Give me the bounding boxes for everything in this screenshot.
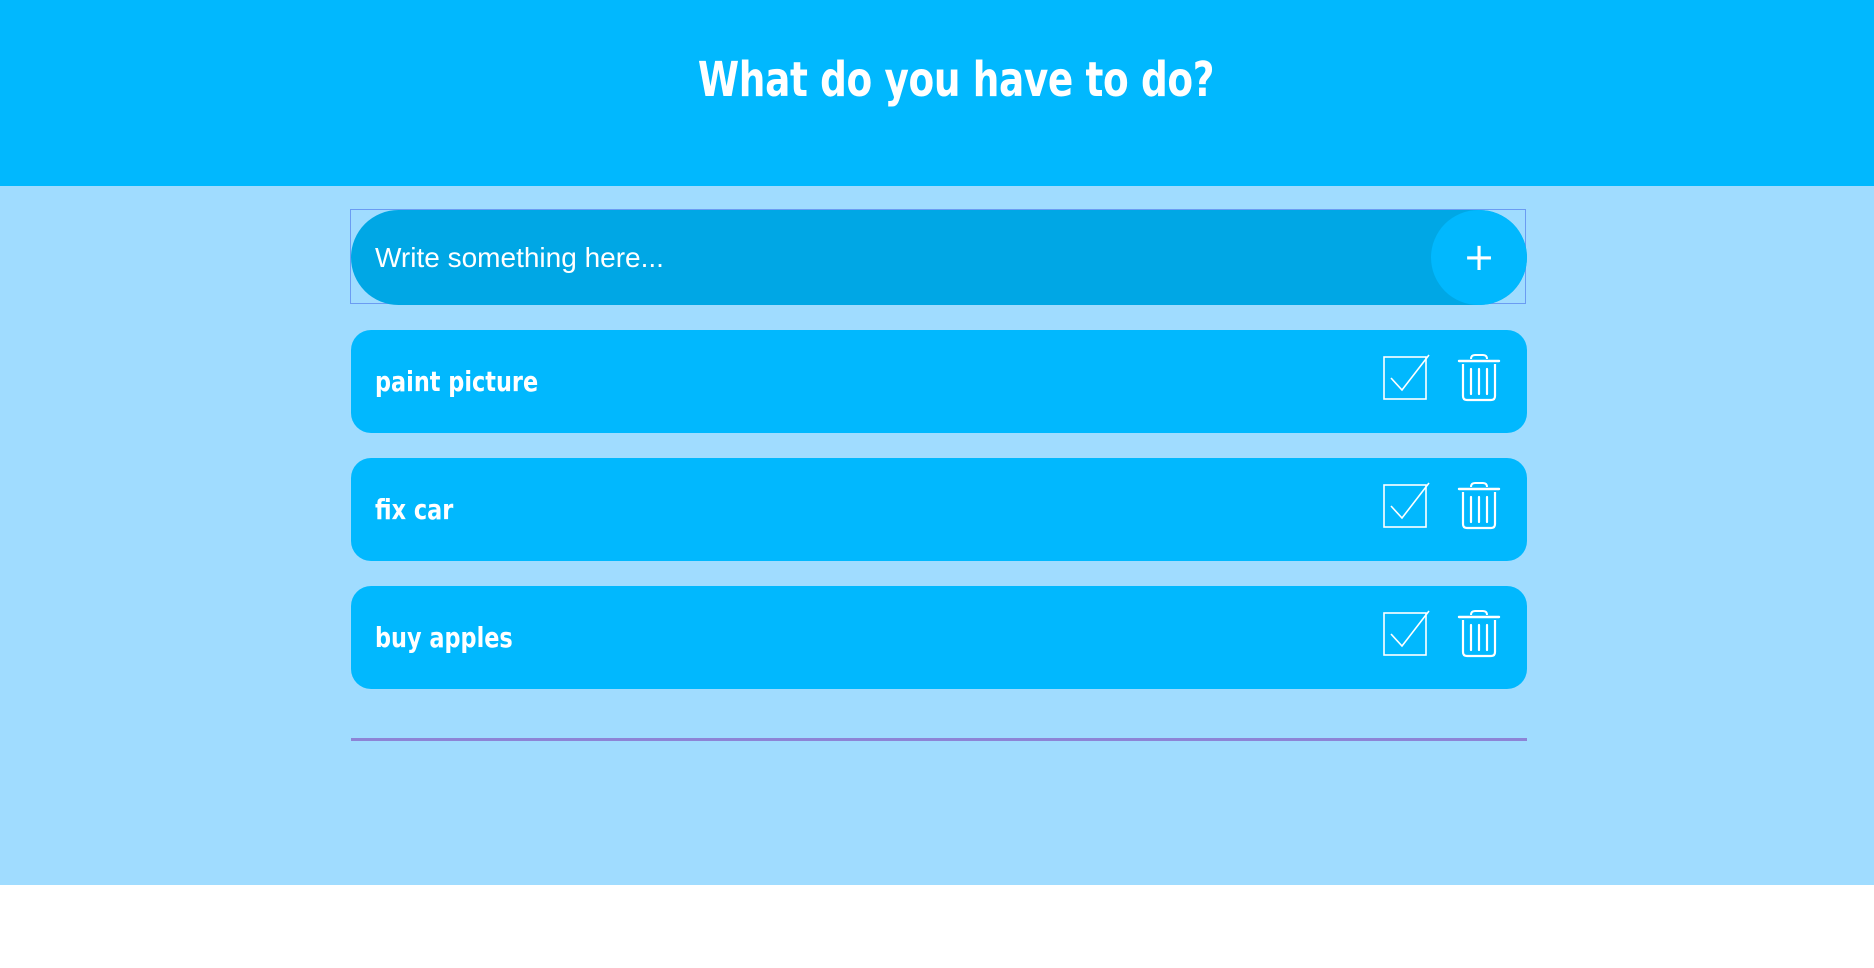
header: What do you have to do? [0, 0, 1874, 186]
checkbox-check-icon [1383, 354, 1430, 400]
todo-item: fix car [351, 458, 1527, 561]
trash-icon [1457, 354, 1501, 402]
page-title: What do you have to do? [697, 52, 1215, 108]
delete-button[interactable] [1454, 352, 1504, 402]
todo-item: paint picture [351, 330, 1527, 433]
todo-label: fix car [375, 493, 454, 526]
divider [351, 738, 1527, 741]
todo-label: paint picture [375, 365, 539, 398]
checkbox-check-icon [1383, 482, 1430, 528]
delete-button[interactable] [1454, 480, 1504, 530]
trash-icon [1457, 610, 1501, 658]
new-task-input[interactable] [351, 210, 1431, 305]
plus-icon: + [1463, 235, 1495, 279]
todo-label: buy apples [375, 621, 513, 654]
todo-item: buy apples [351, 586, 1527, 689]
new-task-form: + [351, 210, 1527, 305]
delete-button[interactable] [1454, 608, 1504, 658]
trash-icon [1457, 482, 1501, 530]
add-task-button[interactable]: + [1431, 210, 1527, 305]
complete-button[interactable] [1381, 608, 1431, 658]
complete-button[interactable] [1381, 352, 1431, 402]
complete-button[interactable] [1381, 480, 1431, 530]
checkbox-check-icon [1383, 610, 1430, 656]
